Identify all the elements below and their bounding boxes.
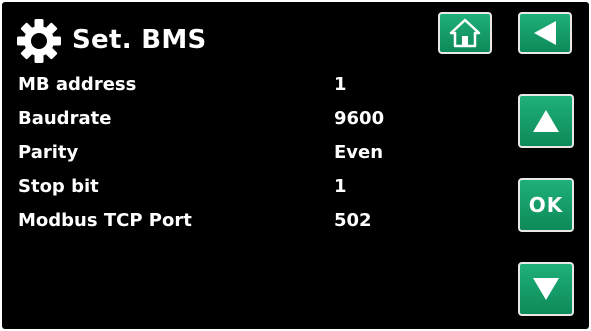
page-title: Set. BMS (72, 25, 207, 55)
back-button[interactable] (518, 12, 572, 54)
bms-settings-screen: Set. BMS OK MB address 1 Baudrate 9600 P… (2, 2, 589, 329)
param-row-baudrate[interactable]: Baudrate 9600 (18, 105, 418, 133)
param-row-parity[interactable]: Parity Even (18, 139, 418, 167)
param-label: Stop bit (18, 176, 99, 197)
param-value: Even (334, 142, 384, 163)
param-label: MB address (18, 74, 137, 95)
param-row-stop-bit[interactable]: Stop bit 1 (18, 173, 418, 201)
param-label: Baudrate (18, 108, 112, 129)
param-value: 9600 (334, 108, 385, 129)
param-value: 1 (334, 176, 347, 197)
home-button[interactable] (438, 12, 492, 54)
down-arrow-icon (533, 278, 559, 300)
param-label: Parity (18, 142, 79, 163)
gear-icon (16, 18, 62, 64)
down-button[interactable] (518, 262, 574, 316)
ok-button[interactable]: OK (518, 178, 574, 232)
back-arrow-icon (534, 21, 556, 45)
param-value: 1 (334, 74, 347, 95)
param-value: 502 (334, 210, 372, 231)
param-row-modbus-tcp-port[interactable]: Modbus TCP Port 502 (18, 207, 418, 235)
home-icon (449, 18, 481, 48)
up-arrow-icon (533, 110, 559, 132)
param-label: Modbus TCP Port (18, 210, 192, 231)
ok-button-label: OK (528, 193, 564, 217)
param-row-mb-address[interactable]: MB address 1 (18, 71, 418, 99)
up-button[interactable] (518, 94, 574, 148)
